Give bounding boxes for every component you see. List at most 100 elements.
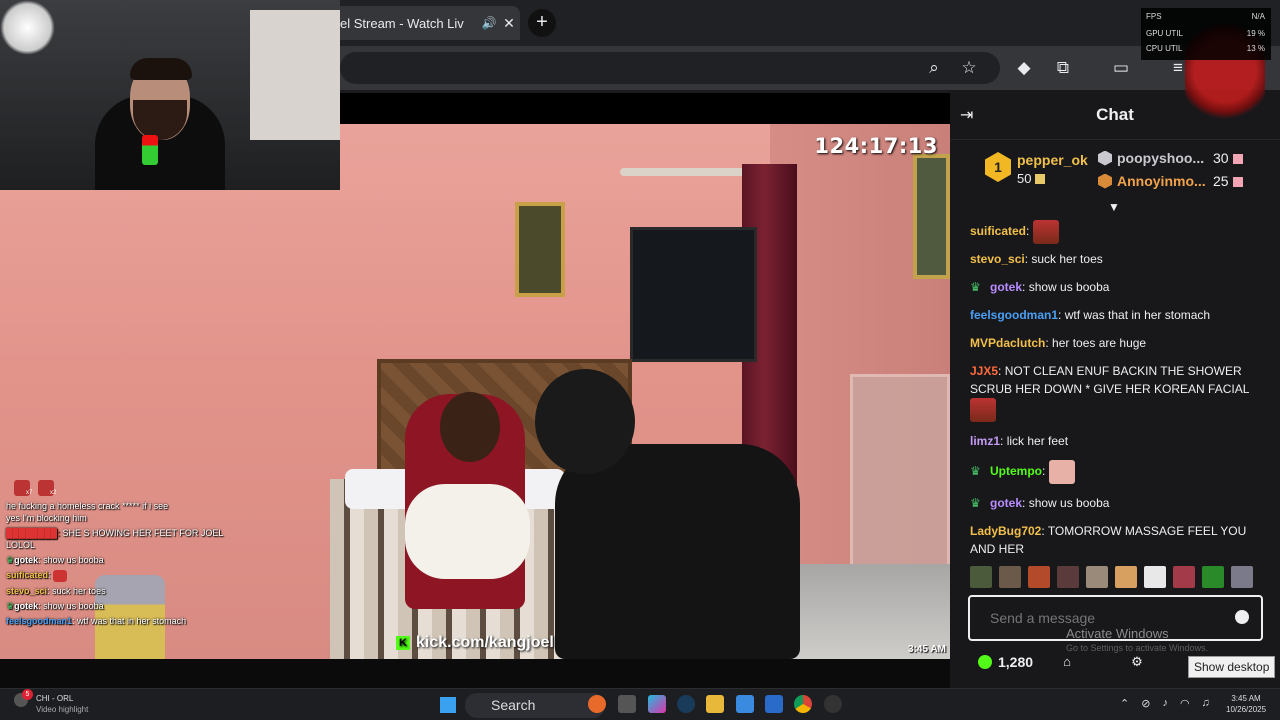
taskbar-clock[interactable]: 3:45 AM 10/26/2025 [1226,693,1266,715]
emote-button[interactable] [999,566,1021,588]
kicks-balance[interactable]: 1,280 [978,654,1033,670]
gear-icon[interactable]: ⚙ [1128,654,1146,672]
chrome-icon[interactable] [794,695,812,713]
network-off-icon[interactable]: ⊘ [1141,697,1150,710]
browser-tab[interactable]: el Stream - Watch Liv 🔊 ✕ [330,6,520,40]
overlay-emote-counters: x7 x2 [14,480,57,496]
widget-notification[interactable]: 5 CHI - ORL Video highlight [14,689,88,715]
emote-button[interactable] [1202,566,1224,588]
leaderboard-first: 1 pepper_ok 50 [985,152,1088,186]
performance-overlay: FPS N/A GPU UTIL 19 % CPU UTIL 13 % [1141,8,1271,60]
microphone-icon[interactable]: ♪ [1162,697,1168,710]
close-icon[interactable]: ✕ [498,15,520,32]
kick-url-overlay: K kick.com/kangjoel [396,634,554,652]
emote-button[interactable] [1057,566,1079,588]
gift-icon [1035,174,1046,184]
extension-diamond-icon[interactable]: ◆ [1012,56,1036,80]
windows-start-icon[interactable] [440,697,456,713]
emote-image [970,398,996,422]
wifi-icon[interactable]: ◠ [1180,697,1190,710]
taskbar-search[interactable]: Search [465,693,605,718]
video-clock: 3:45 AM [908,644,946,655]
app-icon[interactable] [824,695,842,713]
emote-button[interactable] [1086,566,1108,588]
collapse-chat-icon[interactable]: ⇥ [960,105,980,125]
scene-picture-frame-right [913,154,950,279]
copilot-icon[interactable] [648,695,666,713]
store-app-icon[interactable] [765,695,783,713]
store-icon[interactable]: ⌂ [1058,654,1076,672]
emote-image [1032,220,1059,244]
emote-count: x2 [50,490,57,496]
clock-time: 3:45 AM [1231,694,1261,703]
address-bar[interactable] [340,52,1000,84]
leaderboard-third-score: 25 [1213,173,1243,189]
zoom-icon[interactable]: ⌕ [922,56,946,80]
emote-button[interactable] [1231,566,1253,588]
scene-window [630,227,757,362]
screen-search-icon[interactable]: ▭ [1109,56,1133,80]
scene-picture-frame [515,202,565,297]
scene-person-man [555,444,800,659]
overlay-chat-line: ♛gotek: show us booba [6,555,104,565]
scene-person-man-head [535,369,635,474]
overlay-emote: x7 [14,480,33,496]
emote-button[interactable] [1115,566,1137,588]
screen: el Stream - Watch Liv 🔊 ✕ + ⌕ ☆ ◆ ⧉ ▭ ≡ [0,0,1280,720]
sports-widget-icon: 5 [14,689,33,707]
chat-message: ♛ gotek: show us booba [970,280,1110,294]
webcam-feed [0,0,340,190]
cam-lamp [0,0,55,55]
chat-title: Chat [1096,104,1134,124]
chat-message: LadyBug702: TOMORROW MASSAGE FEEL YOU AN… [970,524,1247,556]
leaderboard-third-name: Annoyinmo... [1117,173,1206,189]
cam-person-hair [130,58,192,80]
file-explorer-icon[interactable] [706,695,724,713]
expand-arrow-icon[interactable]: ▼ [1108,200,1120,214]
kicks-count: 1,280 [998,654,1034,670]
crown-badge-icon: ♛ [970,280,981,294]
emote-count: x7 [26,490,33,496]
crown-badge-icon: ♛ [970,496,981,510]
overlay-chat-line: ████████: SHE S HOWING HER FEET FOR JOEL… [6,528,224,550]
chat-messages: suificated: stevo_sci: suck her toes ♛ go… [970,220,1270,568]
chat-message: ♛ Uptempo: [970,460,1270,484]
windows-taskbar: 5 CHI - ORL Video highlight ⌕ Search ⌃ ⊘… [0,688,1280,720]
emote-button[interactable] [970,566,992,588]
new-tab-button[interactable]: + [528,9,556,37]
steam-icon[interactable] [677,695,695,713]
speaker-icon[interactable]: 🔊 [480,16,498,30]
leaderboard-first-score: 50 [1017,171,1088,186]
tab-title: el Stream - Watch Liv [340,15,464,31]
overlay-chat-line: feelsgoodman1: wtf was that in her stoma… [6,615,187,626]
chat-message: stevo_sci: suck her toes [970,252,1103,266]
emoji-icon[interactable] [1235,610,1249,624]
overlay-emote: x2 [38,480,57,496]
leaderboard-first-name: pepper_ok [1017,152,1088,168]
emote-button[interactable] [1144,566,1166,588]
emote-button[interactable] [1028,566,1050,588]
chat-message: limz1: lick her feet [970,434,1069,448]
cam-cup [142,135,158,165]
overlay-chat-line: stevo_sci: suck her toes [6,585,106,596]
show-desktop-tooltip: Show desktop [1188,656,1276,678]
chevron-up-icon[interactable]: ⌃ [1120,697,1129,710]
cam-wall [250,10,340,140]
kicks-icon [978,655,992,669]
notification-badge: 5 [22,689,33,700]
stream-timer: 124:17:13 [814,134,938,158]
gift-leaderboard[interactable]: 1 pepper_ok 50 poopyshoo... 30 Annoyinmo… [950,142,1280,202]
star-icon[interactable]: ☆ [957,56,981,80]
leaderboard-third: Annoyinmo... [1098,173,1206,189]
scene-person-woman-head [440,392,500,462]
app-icon[interactable] [588,695,606,713]
chat-message: JJX5: NOT CLEAN ENUF BACKIN THE SHOWER S… [970,362,1270,422]
task-view-icon[interactable] [618,695,636,713]
extensions-puzzle-icon[interactable]: ⧉ [1051,56,1075,80]
photos-icon[interactable] [736,695,754,713]
emote-button[interactable] [1173,566,1195,588]
overlay-chat-line: ♛gotek: show us booba [6,600,104,611]
volume-icon[interactable]: ♫ [1202,697,1210,710]
kick-logo-icon: K [396,636,410,650]
silver-medal-icon [1098,150,1112,166]
